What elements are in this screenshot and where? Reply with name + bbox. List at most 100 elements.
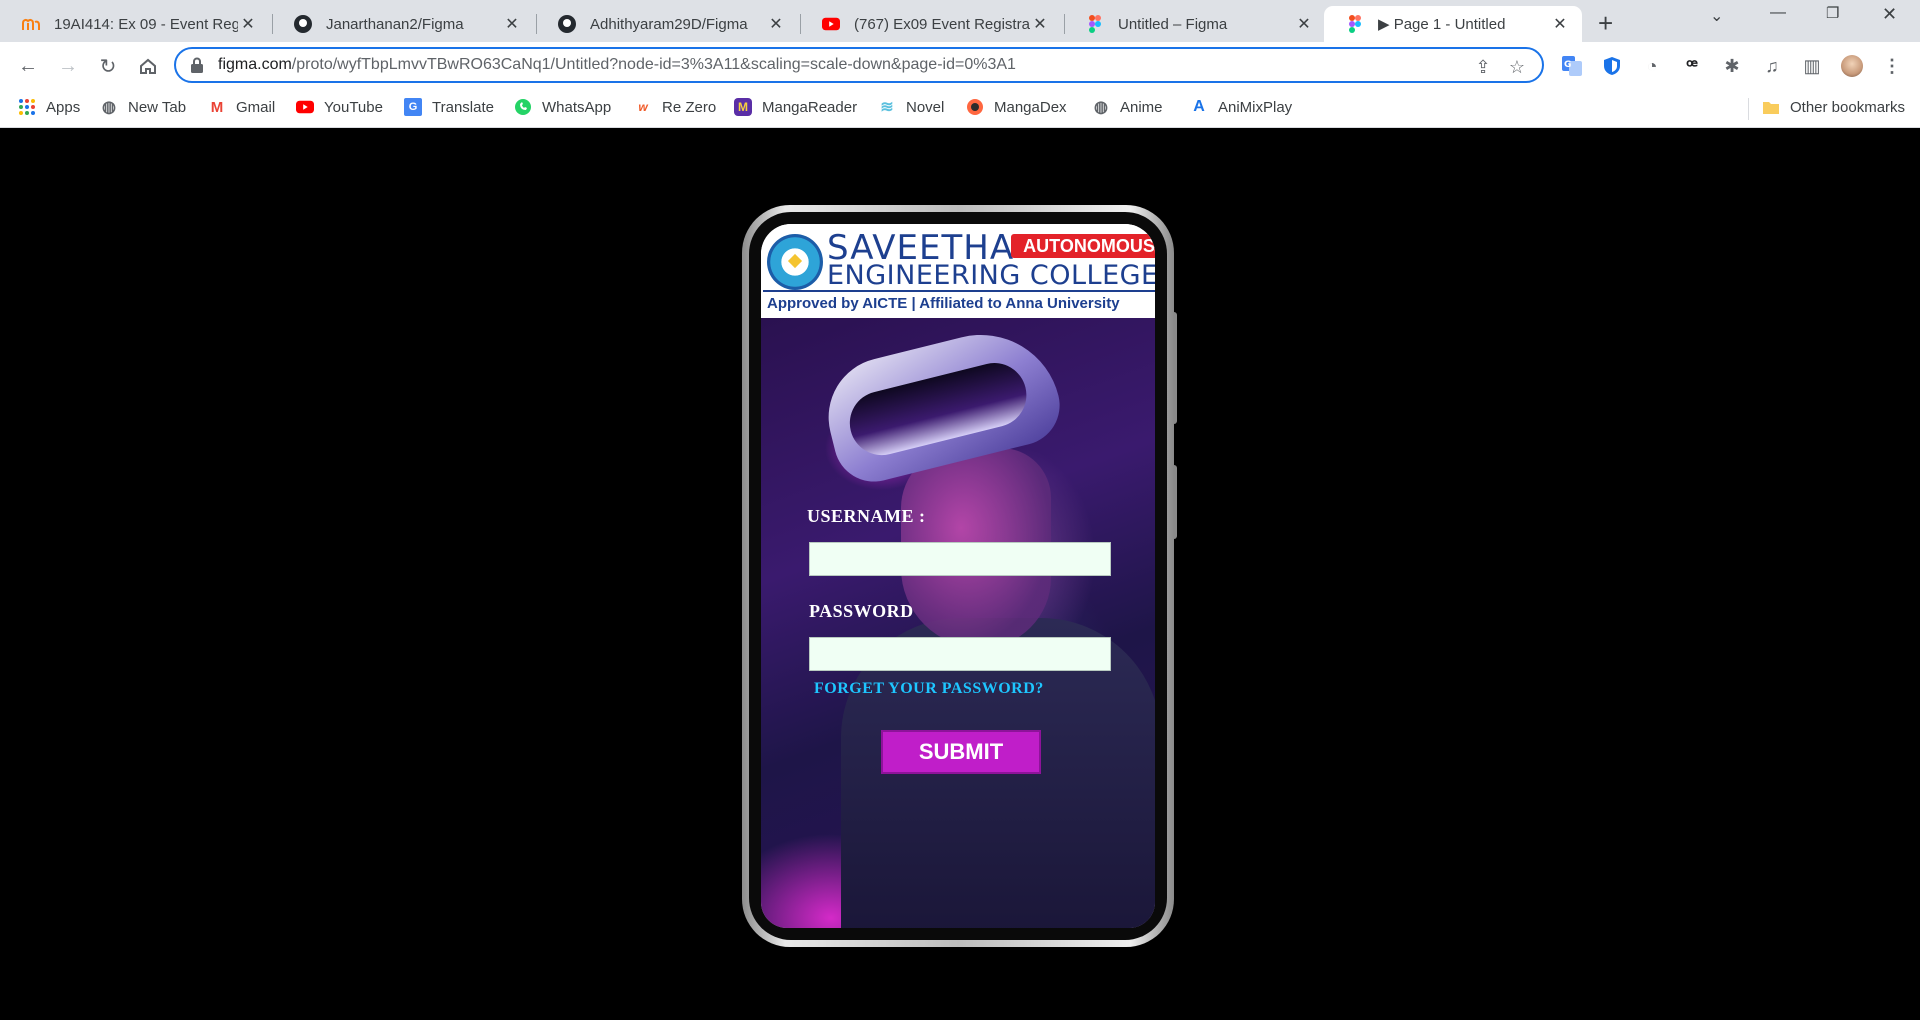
browser-toolbar: ← → ↻ figma.com/proto/wyfTbpLmvvTBwRO63C… — [0, 42, 1920, 90]
bookmark-novel[interactable]: ≋ Novel — [878, 98, 945, 117]
home-icon[interactable] — [134, 52, 162, 80]
figma-icon — [1086, 15, 1104, 33]
bookmark-label: Other bookmarks — [1790, 98, 1906, 116]
bookmark-translate[interactable]: G Translate — [404, 98, 494, 116]
bookmark-label: Gmail — [236, 98, 276, 116]
figma-icon — [1346, 15, 1364, 33]
close-window-icon[interactable]: ✕ — [1882, 4, 1897, 25]
tab-title: 19AI414: Ex 09 - Event Regi — [54, 15, 238, 33]
submit-button[interactable]: SUBMIT — [881, 730, 1041, 774]
close-icon[interactable]: ✕ — [1030, 14, 1050, 34]
bookmark-label: Re Zero — [662, 98, 717, 116]
bookmark-whatsapp[interactable]: WhatsApp — [514, 98, 611, 116]
college-seal-icon — [767, 234, 823, 290]
lock-icon[interactable] — [190, 57, 204, 73]
tab-search-icon[interactable]: ⌄ — [1710, 6, 1723, 26]
profile-avatar[interactable] — [1840, 54, 1864, 78]
college-subtitle: Approved by AICTE | Affiliated to Anna U… — [767, 295, 1120, 312]
password-input[interactable] — [809, 637, 1111, 671]
forward-icon[interactable]: → — [54, 52, 82, 80]
bookmark-anime[interactable]: ◍ Anime — [1092, 98, 1163, 117]
bookmark-new-tab[interactable]: ◍ New Tab — [100, 98, 187, 117]
svg-text:G: G — [1564, 60, 1571, 70]
bookmark-label: Translate — [432, 98, 494, 116]
bookmarks-bar: Apps ◍ New Tab M Gmail YouTube G Translate … — [0, 90, 1920, 128]
tab-title: Janarthanan2/Figma — [326, 15, 464, 33]
shield-extension-icon[interactable] — [1600, 54, 1624, 78]
globe-icon: ◍ — [1094, 99, 1108, 116]
phone-frame: SAVEETHA AUTONOMOUS ENGINEERING COLLEGE … — [742, 205, 1174, 947]
re-zero-icon: w — [638, 100, 648, 114]
close-icon[interactable]: ✕ — [1294, 14, 1314, 34]
translate-icon: G — [404, 98, 422, 116]
logo-divider — [763, 290, 1155, 292]
college-logo: SAVEETHA AUTONOMOUS ENGINEERING COLLEGE … — [761, 224, 1155, 318]
bookmark-re-zero[interactable]: w Re Zero — [634, 98, 716, 116]
more-menu-icon[interactable]: ⋮ — [1880, 54, 1904, 78]
folder-icon — [1762, 98, 1780, 116]
bookmark-label: Anime — [1120, 98, 1163, 116]
close-icon[interactable]: ✕ — [1550, 14, 1570, 34]
youtube-icon — [822, 15, 840, 33]
whatsapp-icon — [514, 98, 532, 116]
browser-tab-5[interactable]: Untitled – Figma ✕ — [1064, 6, 1326, 42]
bookmark-animixplay[interactable]: A AniMixPlay — [1190, 98, 1292, 116]
side-panel-icon[interactable]: ▥ — [1800, 54, 1824, 78]
apps-grid-icon — [18, 98, 36, 116]
bookmark-mangareader[interactable]: M MangaReader — [734, 98, 857, 116]
moodle-icon — [22, 15, 40, 33]
puzzle-extensions-icon[interactable]: ✱ — [1720, 54, 1744, 78]
forgot-password-link[interactable]: FORGET YOUR PASSWORD? — [814, 680, 1044, 698]
browser-tab-2[interactable]: Janarthanan2/Figma ✕ — [272, 6, 534, 42]
animixplay-icon: A — [1193, 98, 1205, 115]
bookmark-label: MangaReader — [762, 98, 858, 116]
media-control-icon[interactable]: ♫ — [1760, 54, 1784, 78]
share-icon[interactable]: ⇪ — [1472, 56, 1494, 78]
address-bar[interactable]: figma.com/proto/wyfTbpLmvvTBwRO63CaNq1/U… — [174, 47, 1544, 83]
new-tab-button[interactable]: + — [1598, 8, 1613, 39]
bookmark-star-icon[interactable]: ☆ — [1506, 56, 1528, 78]
bookmark-label: AniMixPlay — [1218, 98, 1293, 116]
tab-title: Untitled – Figma — [1118, 15, 1228, 33]
mangareader-icon: M — [734, 98, 752, 116]
close-icon[interactable]: ✕ — [238, 14, 258, 34]
browser-tab-4[interactable]: (767) Ex09 Event Registratic ✕ — [800, 6, 1062, 42]
bookmark-label: New Tab — [128, 98, 187, 116]
username-label: USERNAME : — [807, 506, 926, 526]
bookmark-youtube[interactable]: YouTube — [296, 98, 383, 116]
bookmark-apps[interactable]: Apps — [18, 98, 80, 116]
bookmark-label: Novel — [906, 98, 945, 116]
other-bookmarks[interactable]: Other bookmarks — [1762, 98, 1905, 116]
close-icon[interactable]: ✕ — [766, 14, 786, 34]
mangadex-icon — [966, 98, 984, 116]
url-text[interactable]: figma.com/proto/wyfTbpLmvvTBwRO63CaNq1/U… — [218, 56, 1016, 74]
url-path: /proto/wyfTbpLmvvTBwRO63CaNq1/Untitled?n… — [291, 56, 1016, 73]
close-icon[interactable]: ✕ — [502, 14, 522, 34]
back-icon[interactable]: ← — [14, 52, 42, 80]
restore-icon[interactable]: ❐ — [1826, 4, 1839, 22]
browser-tab-6[interactable]: ▶ Page 1 - Untitled ✕ — [1324, 6, 1582, 42]
username-input[interactable] — [809, 542, 1111, 576]
tampermonkey-extension-icon[interactable]: ꟹ — [1680, 54, 1704, 78]
google-translate-extension-icon[interactable]: G — [1560, 54, 1584, 78]
reload-icon[interactable]: ↻ — [94, 52, 122, 80]
browser-tab-3[interactable]: Adhithyaram29D/Figma ✕ — [536, 6, 798, 42]
bookmark-gmail[interactable]: M Gmail — [208, 98, 275, 116]
youtube-icon — [296, 98, 314, 116]
figma-prototype-viewport: SAVEETHA AUTONOMOUS ENGINEERING COLLEGE … — [0, 129, 1920, 1020]
tab-title: (767) Ex09 Event Registratic — [854, 15, 1030, 33]
college-name-line2: ENGINEERING COLLEGE — [827, 260, 1155, 291]
browser-tab-1[interactable]: 19AI414: Ex 09 - Event Regi ✕ — [0, 6, 270, 42]
tab-title: ▶ Page 1 - Untitled — [1378, 16, 1506, 33]
gmail-icon: M — [210, 98, 224, 116]
bookmark-label: MangaDex — [994, 98, 1067, 116]
novel-icon: ≋ — [880, 99, 894, 116]
speedometer-extension-icon[interactable]: ◔ — [1640, 54, 1664, 78]
bookmark-mangadex[interactable]: MangaDex — [966, 98, 1067, 116]
bookmark-label: Apps — [46, 98, 81, 116]
minimize-icon[interactable]: — — [1770, 4, 1786, 22]
globe-icon: ◍ — [102, 99, 116, 116]
bookmark-label: YouTube — [324, 98, 383, 116]
autonomous-badge: AUTONOMOUS — [1011, 234, 1155, 258]
bookmarks-divider — [1748, 98, 1749, 120]
